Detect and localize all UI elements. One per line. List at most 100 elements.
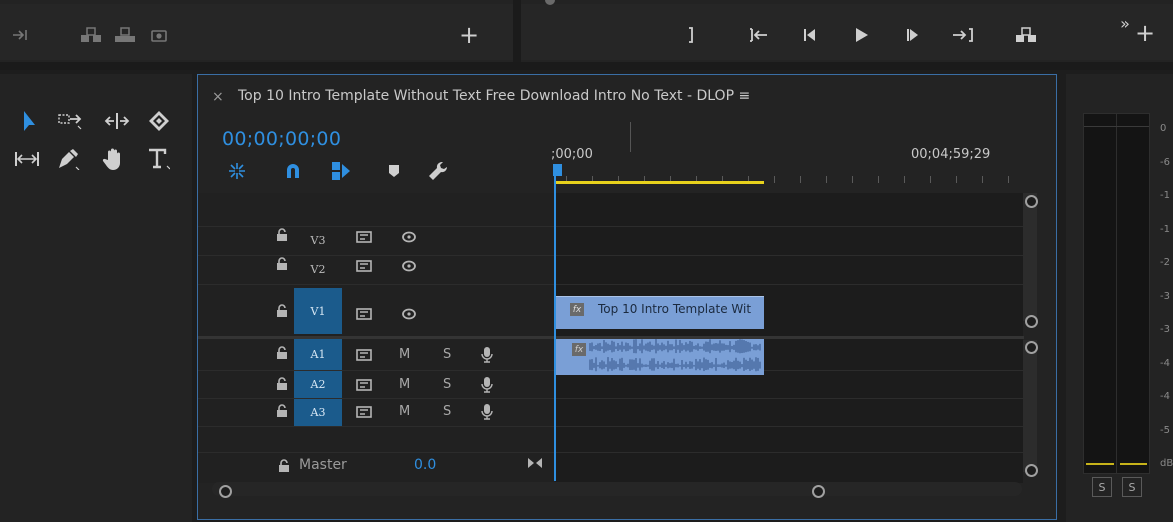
add-icon[interactable]: + [1134,19,1156,47]
db-scale-label: -2 [1160,257,1170,268]
fx-badge: fx [572,343,586,356]
solo-button[interactable]: S [443,404,451,419]
master-track-label: Master [299,457,347,473]
mute-button[interactable]: M [399,404,410,419]
lock-icon[interactable] [276,404,288,421]
track-label-a1[interactable]: A1 [294,339,342,370]
work-area-bar[interactable] [555,181,764,184]
eye-icon[interactable] [400,306,418,322]
ripple-edit-tool-icon[interactable] [102,108,132,134]
lift-icon[interactable] [78,24,104,46]
lock-icon[interactable] [276,257,288,274]
db-scale-label: -4 [1160,391,1170,402]
zoom-handle-left[interactable] [219,485,232,498]
mute-button[interactable]: M [399,377,410,392]
sync-lock-icon[interactable] [355,377,373,393]
timeline-zoom-scrollbar[interactable] [212,482,1022,496]
meter-divider [1116,113,1117,474]
close-icon[interactable]: × [212,89,224,105]
ruler-end-time: 00;04;59;29 [911,147,991,162]
eye-icon[interactable] [400,258,418,274]
collapse-tracks-icon[interactable] [526,455,544,471]
step-forward-icon[interactable] [903,24,925,46]
playhead-line[interactable] [554,175,556,481]
lift-icon[interactable] [1013,24,1039,46]
solo-left-button[interactable]: S [1092,477,1112,497]
insert-arrow-icon[interactable] [10,24,32,46]
solo-button[interactable]: S [443,347,451,362]
add-icon[interactable]: + [458,21,480,49]
db-scale-label: -3 [1160,324,1170,335]
track-label-a3[interactable]: A3 [294,399,342,426]
lock-icon[interactable] [276,346,288,363]
track-select-tool-icon[interactable] [56,108,86,134]
playhead[interactable] [553,164,562,176]
sequence-tab-title[interactable]: Top 10 Intro Template Without Text Free … [238,88,750,104]
scroll-handle[interactable] [1025,464,1038,477]
overflow-icon[interactable]: » [1115,12,1135,34]
audio-tracks-scrollbar[interactable] [1023,340,1037,472]
microphone-icon[interactable] [480,345,494,363]
ruler-tick [956,176,957,183]
linked-selection-icon[interactable] [329,160,353,182]
camera-icon[interactable] [148,24,170,46]
pen-tool-icon[interactable] [54,146,82,172]
audio-clip[interactable] [556,339,764,375]
scroll-handle[interactable] [1025,315,1038,328]
eye-icon[interactable] [400,229,418,245]
sync-lock-icon[interactable] [355,258,373,274]
playhead-timecode[interactable]: 00;00;00;00 [222,128,341,150]
track-label-v2[interactable]: V2 [294,255,342,283]
solo-right-button[interactable]: S [1122,477,1142,497]
lock-icon[interactable] [276,377,288,394]
meter-peak-row [1084,126,1149,127]
panel-divider[interactable] [513,0,521,62]
step-back-icon[interactable] [800,24,822,46]
marker-icon[interactable] [384,160,404,182]
video-clip-label: Top 10 Intro Template Wit [598,302,752,316]
lock-icon[interactable] [276,304,288,321]
wrench-icon[interactable] [426,160,450,182]
extract-icon[interactable] [112,24,138,46]
panel-divider [0,62,1173,70]
sync-lock-icon[interactable] [355,306,373,322]
hand-tool-icon[interactable] [100,146,128,172]
microphone-icon[interactable] [480,402,494,420]
lock-icon[interactable] [278,459,290,476]
play-icon[interactable] [850,24,872,46]
ruler-tick [826,176,827,183]
mute-button[interactable]: M [399,347,410,362]
db-scale-label: dB [1160,458,1173,469]
video-tracks-scrollbar[interactable] [1023,193,1037,321]
scroll-handle[interactable] [1025,341,1038,354]
lock-icon[interactable] [276,228,288,245]
ruler-tick [800,176,801,183]
ruler-tick [930,176,931,183]
snap-icon[interactable] [282,160,304,182]
slip-tool-icon[interactable] [12,146,42,172]
zoom-handle-right[interactable] [812,485,825,498]
track-label-v1[interactable]: V1 [294,288,342,334]
solo-button[interactable]: S [443,377,451,392]
razor-tool-icon[interactable] [146,108,172,134]
selection-tool-icon[interactable] [18,108,44,134]
sync-lock-icon[interactable] [355,347,373,363]
master-volume-value[interactable]: 0.0 [414,457,436,473]
sync-lock-icon[interactable] [355,404,373,420]
nest-icon[interactable] [226,160,248,182]
db-scale-label: 0 [1160,123,1167,134]
scroll-handle[interactable] [1025,195,1038,208]
go-to-out-icon[interactable] [951,24,975,46]
go-to-in-icon[interactable] [747,24,769,46]
mark-out-icon[interactable] [683,24,699,46]
microphone-icon[interactable] [480,375,494,393]
db-scale-label: -4 [1160,357,1170,369]
type-tool-icon[interactable] [144,146,172,172]
ruler-marker [630,122,631,152]
track-label-v3[interactable]: V3 [294,226,342,254]
meter-level-right [1120,463,1147,465]
program-monitor-toolbar [521,4,1173,60]
sync-lock-icon[interactable] [355,229,373,245]
track-label-a2[interactable]: A2 [294,371,342,398]
ruler-tick [878,176,879,183]
